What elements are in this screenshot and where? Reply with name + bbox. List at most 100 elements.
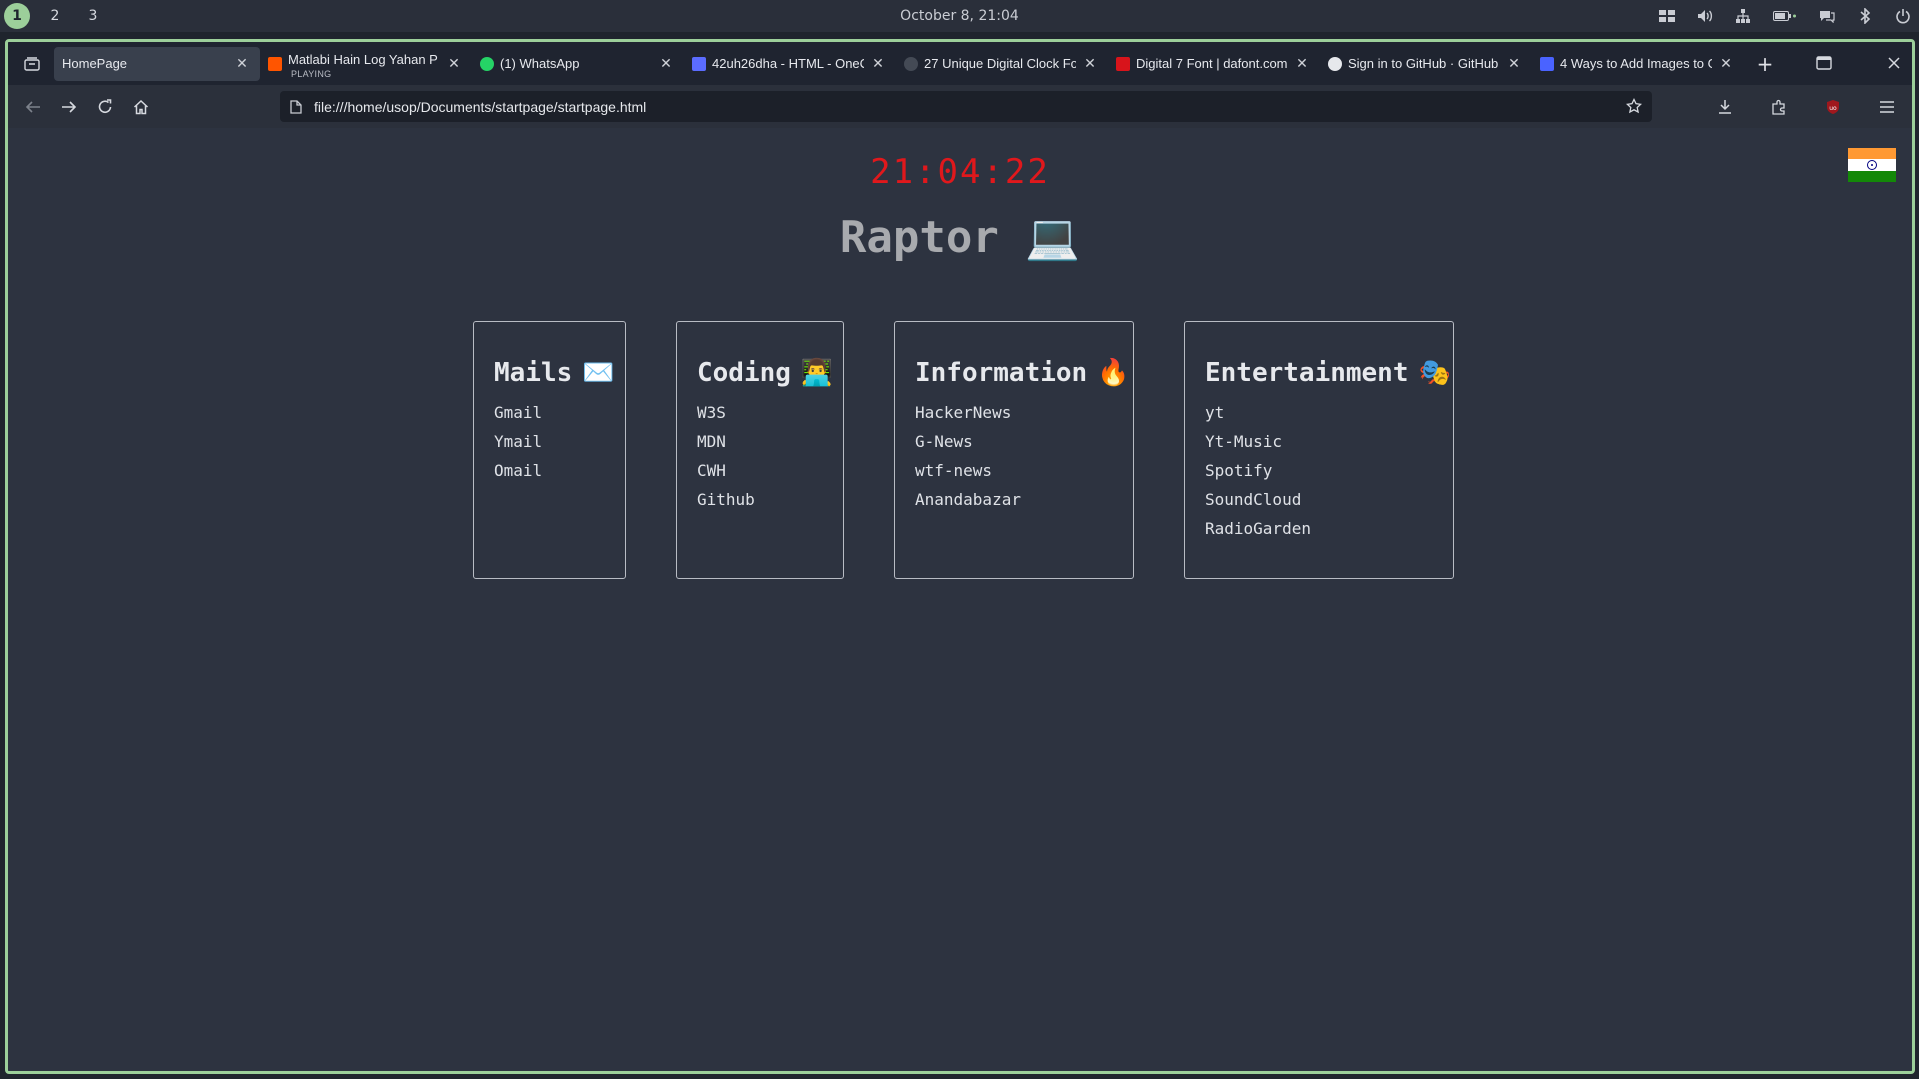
link-hackernews[interactable]: HackerNews	[915, 398, 1113, 427]
card-title: Coding 👨‍💻	[697, 358, 833, 388]
tab-digital-clock[interactable]: 27 Unique Digital Clock Fo ✕	[896, 47, 1108, 81]
close-tab-icon[interactable]: ✕	[870, 55, 886, 72]
laptop-icon: 💻	[1025, 212, 1081, 263]
page-content: 21:04:22 Raptor 💻 Mails ✉️ Gmail Ymail O…	[8, 128, 1912, 1071]
tab-title: Sign in to GitHub · GitHub	[1348, 56, 1499, 71]
close-tab-icon[interactable]: ✕	[1082, 55, 1098, 72]
ublock-icon[interactable]: uo	[1816, 90, 1850, 124]
notifications-icon[interactable]	[1819, 8, 1835, 24]
link-wtf-news[interactable]: wtf-news	[915, 456, 1113, 485]
system-tray	[1659, 0, 1911, 32]
link-g-news[interactable]: G-News	[915, 427, 1113, 456]
link-cards: Mails ✉️ Gmail Ymail Omail Coding 👨‍💻 W3…	[8, 321, 1912, 579]
system-top-bar: 1 2 3 October 8, 21:04	[0, 0, 1919, 32]
window-maximize-icon[interactable]	[1814, 53, 1834, 73]
link-yt[interactable]: yt	[1205, 398, 1433, 427]
card-title-text: Coding	[697, 358, 791, 388]
card-information: Information 🔥 HackerNews G-News wtf-news…	[894, 321, 1134, 579]
link-gmail[interactable]: Gmail	[494, 398, 605, 427]
home-icon[interactable]	[124, 90, 158, 124]
new-tab-button[interactable]: +	[1750, 49, 1780, 79]
card-title: Entertainment 🎭	[1205, 358, 1451, 388]
tab-homepage[interactable]: HomePage ✕	[54, 46, 260, 81]
close-tab-icon[interactable]: ✕	[234, 55, 250, 72]
soundcloud-favicon-icon	[268, 56, 282, 71]
card-title-text: Mails	[494, 358, 573, 388]
card-entertainment: Entertainment 🎭 yt Yt-Music Spotify Soun…	[1184, 321, 1454, 579]
link-yt-music[interactable]: Yt-Music	[1205, 427, 1433, 456]
tab-playing-label: PLAYING	[291, 68, 332, 79]
tab-title: 27 Unique Digital Clock Fo	[924, 56, 1076, 71]
svg-text:uo: uo	[1829, 105, 1837, 112]
link-cwh[interactable]: CWH	[697, 456, 823, 485]
menu-icon[interactable]	[1870, 90, 1904, 124]
tab-title: HomePage	[62, 56, 128, 71]
url-bar[interactable]: file:///home/usop/Documents/startpage/st…	[280, 91, 1652, 122]
window-close-icon[interactable]	[1884, 53, 1904, 73]
tabbar-controls	[1814, 47, 1904, 79]
link-soundcloud[interactable]: SoundCloud	[1205, 485, 1433, 514]
close-tab-icon[interactable]: ✕	[658, 55, 674, 72]
card-mails: Mails ✉️ Gmail Ymail Omail	[473, 321, 626, 579]
tab-title: (1) WhatsApp	[500, 56, 580, 71]
tab-title: Matlabi Hain Log Yahan P	[288, 52, 438, 67]
volume-icon[interactable]	[1697, 8, 1713, 24]
forward-arrow-icon[interactable]	[52, 90, 86, 124]
site-favicon-icon	[1540, 56, 1554, 71]
back-arrow-icon[interactable]	[16, 90, 50, 124]
url-text[interactable]: file:///home/usop/Documents/startpage/st…	[314, 99, 646, 115]
fire-icon: 🔥	[1097, 358, 1130, 388]
layout-icon[interactable]	[1659, 8, 1675, 24]
link-w3s[interactable]: W3S	[697, 398, 823, 427]
tab-title: 4 Ways to Add Images to G	[1560, 56, 1712, 71]
network-icon[interactable]	[1735, 8, 1751, 24]
performing-arts-icon: 🎭	[1418, 358, 1451, 388]
card-title: Mails ✉️	[494, 358, 615, 388]
tab-onecompiler[interactable]: 42uh26dha - HTML - OneC ✕	[684, 47, 896, 81]
link-github[interactable]: Github	[697, 485, 823, 514]
page-title-text: Raptor	[839, 212, 999, 263]
card-coding: Coding 👨‍💻 W3S MDN CWH Github	[676, 321, 844, 579]
tab-dafont[interactable]: Digital 7 Font | dafont.com ✕	[1108, 47, 1320, 81]
extensions-icon[interactable]	[1762, 90, 1796, 124]
reload-icon[interactable]	[88, 90, 122, 124]
navigation-bar: file:///home/usop/Documents/startpage/st…	[8, 85, 1912, 128]
envelope-icon: ✉️	[582, 358, 615, 388]
battery-icon[interactable]	[1773, 8, 1797, 24]
tab-soundcloud[interactable]: Matlabi Hain Log Yahan P PLAYING ✕	[260, 47, 472, 81]
link-anandabazar[interactable]: Anandabazar	[915, 485, 1113, 514]
tab-title: 42uh26dha - HTML - OneC	[712, 56, 864, 71]
power-icon[interactable]	[1895, 8, 1911, 24]
card-title: Information 🔥	[915, 358, 1130, 388]
page-title: Raptor 💻	[8, 211, 1912, 263]
link-mdn[interactable]: MDN	[697, 427, 823, 456]
tab-bar: HomePage ✕ Matlabi Hain Log Yahan P PLAY…	[8, 42, 1912, 85]
close-tab-icon[interactable]: ✕	[1294, 55, 1310, 72]
link-omail[interactable]: Omail	[494, 456, 605, 485]
close-tab-icon[interactable]: ✕	[1506, 55, 1522, 72]
page-icon	[290, 99, 304, 114]
workspace-2-button[interactable]: 2	[42, 3, 68, 29]
technologist-icon: 👨‍💻	[800, 358, 834, 388]
close-tab-icon[interactable]: ✕	[1718, 55, 1734, 72]
dafont-favicon-icon	[1116, 56, 1130, 71]
bluetooth-icon[interactable]	[1857, 8, 1873, 24]
tab-github[interactable]: Sign in to GitHub · GitHub ✕	[1320, 47, 1532, 81]
site-favicon-icon	[904, 56, 918, 71]
workspace-1-button[interactable]: 1	[4, 3, 30, 29]
link-radiogarden[interactable]: RadioGarden	[1205, 514, 1433, 543]
india-flag-icon	[1848, 148, 1896, 182]
tab-add-images[interactable]: 4 Ways to Add Images to G ✕	[1532, 47, 1744, 81]
digital-clock: 21:04:22	[870, 152, 1050, 192]
close-tab-icon[interactable]: ✕	[446, 55, 462, 72]
link-spotify[interactable]: Spotify	[1205, 456, 1433, 485]
tab-overview-icon[interactable]	[16, 48, 48, 80]
tab-title: Digital 7 Font | dafont.com	[1136, 56, 1288, 71]
github-favicon-icon	[1328, 56, 1342, 71]
workspace-switcher: 1 2 3	[4, 3, 106, 29]
bookmark-star-icon[interactable]	[1625, 97, 1643, 117]
link-ymail[interactable]: Ymail	[494, 427, 605, 456]
tab-whatsapp[interactable]: (1) WhatsApp ✕	[472, 47, 684, 81]
workspace-3-button[interactable]: 3	[80, 3, 106, 29]
downloads-icon[interactable]	[1708, 90, 1742, 124]
